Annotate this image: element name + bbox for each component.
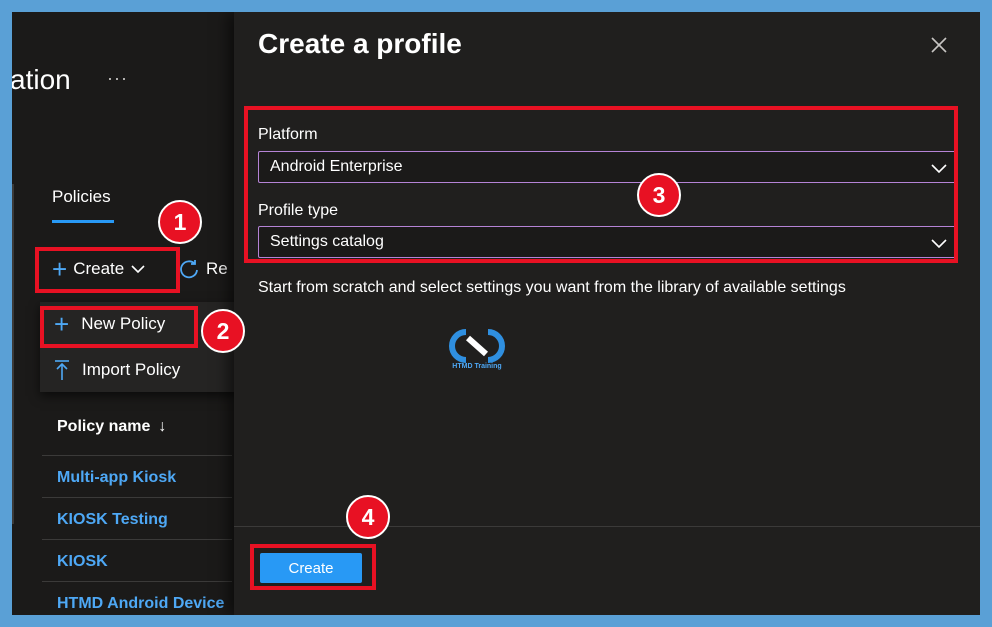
refresh-label: Re xyxy=(206,259,228,278)
column-header-label: Policy name xyxy=(57,418,151,435)
table-row[interactable]: HTMD Android Device xyxy=(57,595,224,613)
step-badge-3: 3 xyxy=(637,173,681,217)
highlight-create-menu xyxy=(35,247,180,293)
column-header-policy-name[interactable]: Policy name ↓ xyxy=(57,418,166,436)
upload-icon xyxy=(55,360,69,380)
row-divider xyxy=(42,497,232,498)
tab-policies[interactable]: Policies xyxy=(52,187,111,207)
highlight-new-policy xyxy=(40,306,198,348)
sort-arrow-icon: ↓ xyxy=(158,418,167,435)
table-row[interactable]: KIOSK xyxy=(57,553,108,571)
step-badge-1: 1 xyxy=(158,200,202,244)
step-badge-4: 4 xyxy=(346,495,390,539)
footer-divider xyxy=(234,526,980,527)
table-row[interactable]: KIOSK Testing xyxy=(57,511,168,529)
row-divider xyxy=(42,539,232,540)
refresh-icon xyxy=(180,260,198,279)
highlight-create-button xyxy=(250,544,376,590)
row-divider xyxy=(42,455,232,456)
highlight-profile-fields xyxy=(244,106,958,263)
page-title: ation xyxy=(12,64,71,95)
blade-title: Create a profile xyxy=(258,28,462,59)
tab-active-indicator xyxy=(52,220,114,223)
watermark-text: HTMD Training xyxy=(452,363,502,370)
step-badge-2: 2 xyxy=(201,309,245,353)
more-options-button[interactable]: ··· xyxy=(107,68,128,89)
divider xyxy=(12,184,14,524)
close-icon[interactable] xyxy=(928,34,950,56)
menu-item-label: Import Policy xyxy=(82,360,181,379)
menu-item-import-policy[interactable]: Import Policy xyxy=(40,350,240,390)
app-window: ation ··· Policies + Create Re + New Pol… xyxy=(12,12,980,615)
row-divider xyxy=(42,581,232,582)
helper-text: Start from scratch and select settings y… xyxy=(258,279,846,296)
refresh-button[interactable]: Re xyxy=(178,258,228,280)
create-profile-blade: Create a profile Platform Android Enterp… xyxy=(234,12,980,615)
table-row[interactable]: Multi-app Kiosk xyxy=(57,469,176,487)
